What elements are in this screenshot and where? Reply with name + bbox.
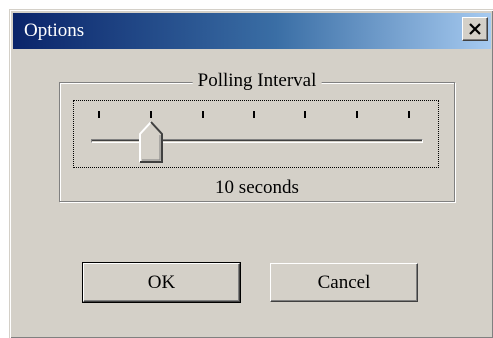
ok-button[interactable]: OK [82,262,241,303]
slider-tick [150,111,152,118]
slider-tick [253,111,255,118]
window-title: Options [24,20,85,41]
slider-tick [408,111,410,118]
cancel-button[interactable]: Cancel [270,263,418,302]
close-icon [469,23,481,35]
title-bar[interactable]: Options [13,13,491,49]
close-button[interactable] [462,17,488,41]
polling-interval-slider[interactable]: 10 seconds [73,100,439,198]
slider-tick [202,111,204,118]
polling-interval-group: Polling Interval 10 seconds [59,70,455,202]
slider-tick [98,111,100,118]
slider-thumb[interactable] [139,121,163,163]
options-dialog: Options Polling Interval 10 seconds OK C… [9,9,493,338]
slider-tick [304,111,306,118]
slider-tick [356,111,358,118]
slider-value-label: 10 seconds [215,177,299,198]
group-label: Polling Interval [192,70,322,92]
